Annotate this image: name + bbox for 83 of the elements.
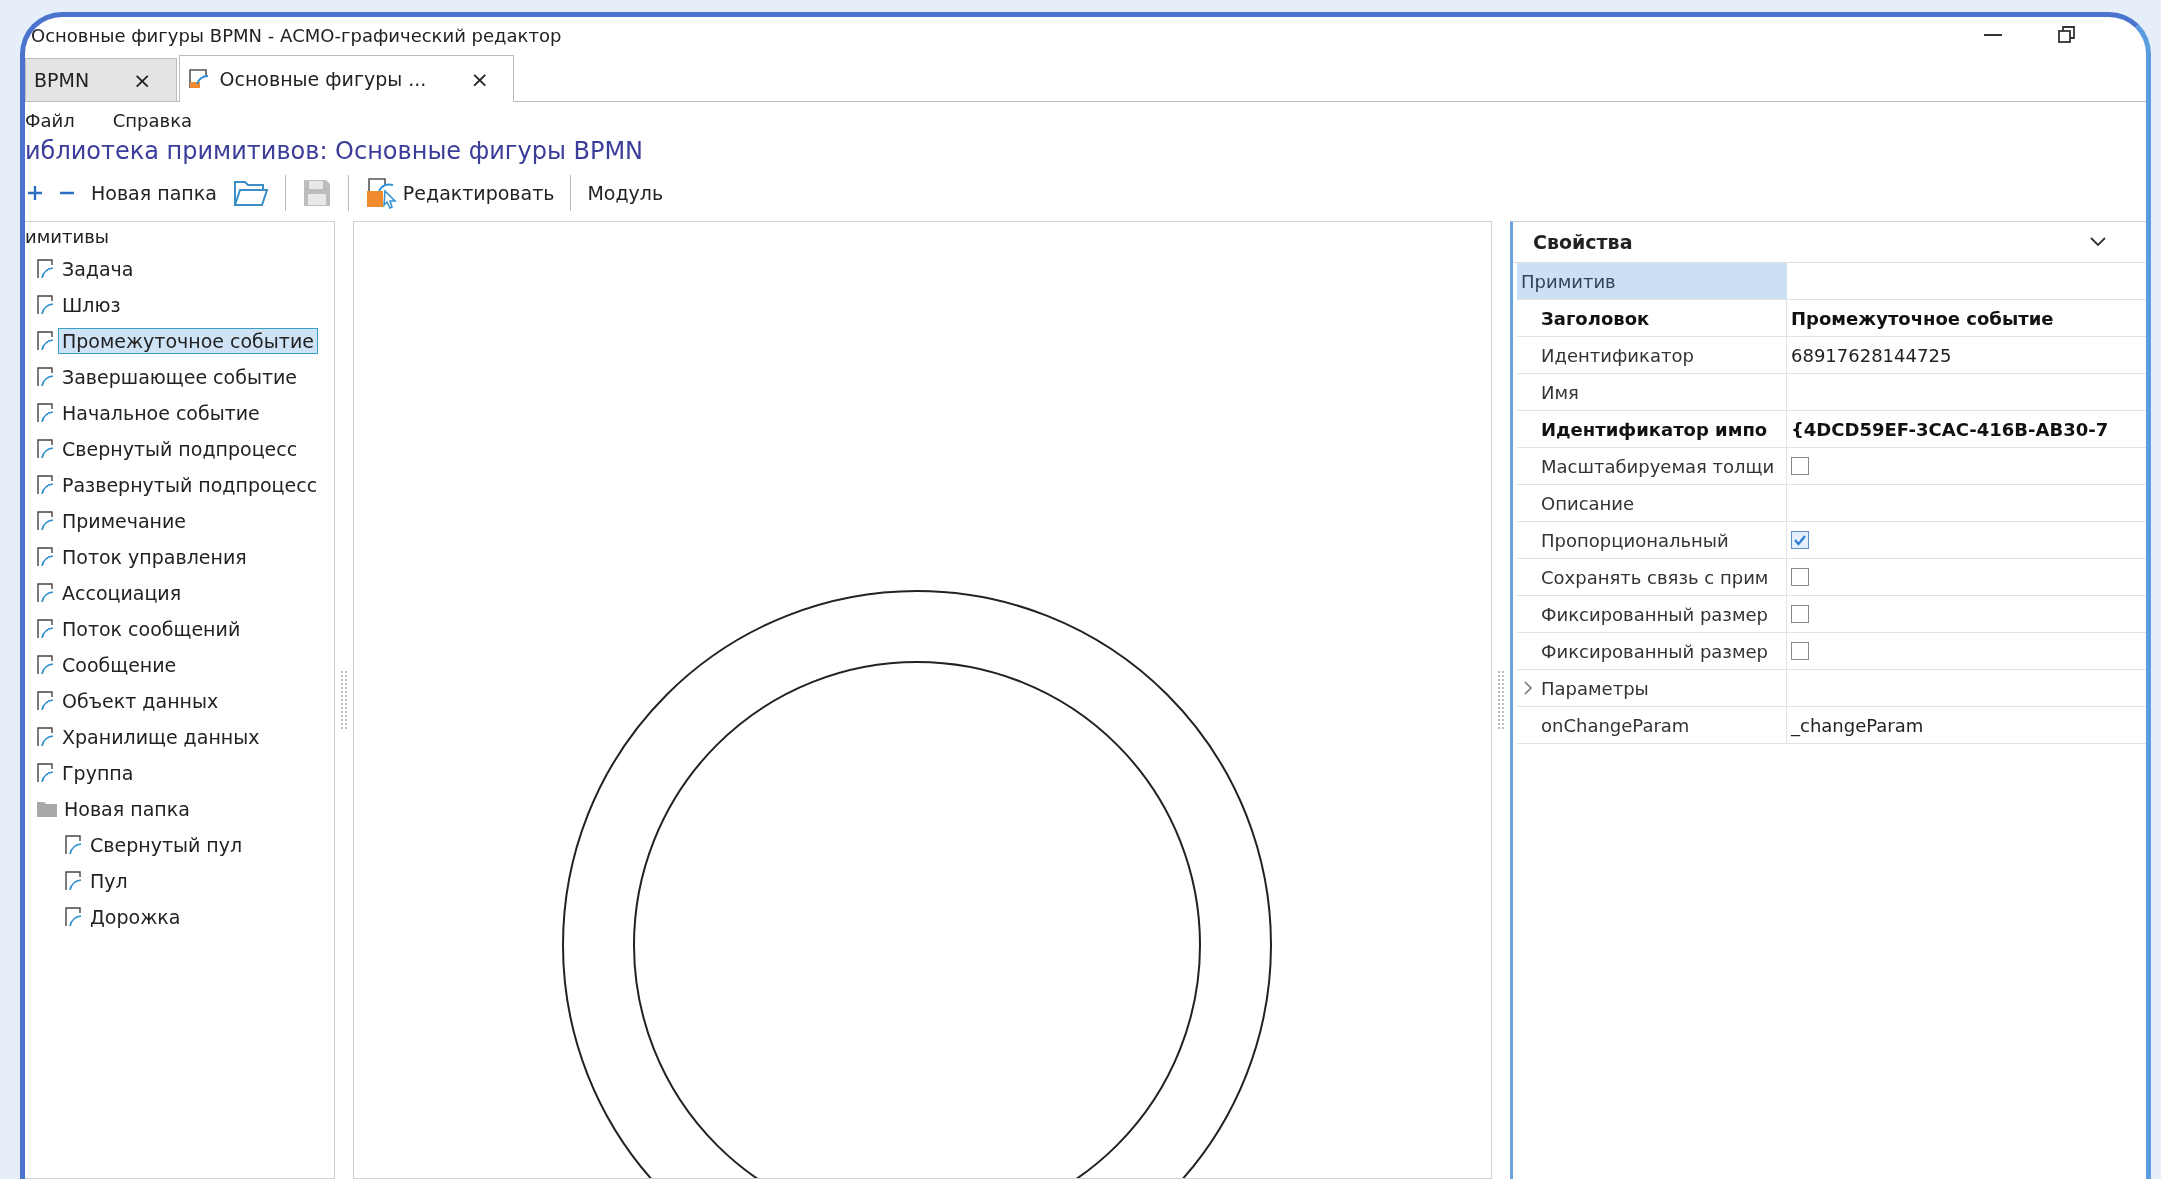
property-value: {4DCD59EF-3CAC-416B-AB30-7 (1791, 418, 2109, 440)
shape-icon (37, 367, 55, 387)
property-name: Параметры (1541, 677, 1649, 699)
shape-icon (65, 871, 83, 891)
property-value: 68917628144725 (1791, 344, 1952, 366)
chevron-down-icon[interactable] (2090, 237, 2106, 247)
close-tab-button[interactable]: × (470, 66, 489, 92)
tree-item[interactable]: Задача (58, 256, 138, 282)
shape-icon (65, 907, 83, 927)
library-title: иблиотека примитивов: Основные фигуры BPMN (25, 136, 645, 167)
folder-icon[interactable] (232, 179, 269, 207)
shape-icon (37, 439, 55, 459)
splitter-grip-icon[interactable] (1497, 670, 1505, 730)
module-button[interactable]: Модуль (587, 182, 664, 204)
tree-item[interactable]: Развернутый подпроцесс (58, 472, 322, 498)
tree-item[interactable]: Примечание (58, 508, 191, 534)
tree-item[interactable]: Ассоциация (58, 580, 186, 606)
tree-item[interactable]: Сообщение (58, 652, 181, 678)
tree-item[interactable]: Поток управления (58, 544, 251, 570)
shape-icon (37, 691, 55, 711)
checkbox[interactable] (1791, 605, 1809, 623)
tree-item[interactable]: Свернутый подпроцесс (58, 436, 302, 462)
shape-icon (37, 475, 55, 495)
tree-item[interactable]: Объект данных (58, 688, 223, 714)
window-title: Основные фигуры BPMN - АСМО-графический редактор (31, 24, 562, 46)
property-name: Заголовок (1541, 307, 1650, 329)
property-name: Описание (1541, 492, 1635, 514)
checkbox[interactable] (1791, 531, 1809, 549)
property-name: onChangeParam (1541, 714, 1690, 736)
shape-icon (37, 727, 55, 747)
new-folder-button[interactable]: Новая папка (91, 182, 217, 204)
category-header[interactable]: Примитив (1517, 263, 1787, 299)
edit-shape-icon (364, 177, 399, 209)
document-tab[interactable]: BPMN × (25, 58, 177, 101)
menu-item[interactable]: Файл (25, 110, 75, 131)
tree-item[interactable]: Промежуточное событие (58, 328, 318, 354)
shape-icon (37, 655, 55, 675)
shape-icon (37, 763, 55, 783)
menu-item[interactable]: Справка (112, 110, 193, 131)
tree-item[interactable]: Дорожка (86, 904, 185, 930)
shape-icon (37, 547, 55, 567)
folder-icon (37, 801, 57, 817)
property-value: _changeParam (1791, 714, 1924, 736)
panel-title: Свойства (1533, 231, 1633, 253)
shape-icon (37, 583, 55, 603)
close-tab-button[interactable]: × (133, 67, 152, 93)
tree-item[interactable]: Группа (58, 760, 138, 786)
tree-item[interactable]: Шлюз (58, 292, 125, 318)
shape-icon (37, 403, 55, 423)
property-name: Пропорциональный (1541, 529, 1729, 551)
shape-icon (187, 68, 210, 90)
splitter-grip-icon[interactable] (340, 670, 348, 730)
edit-button[interactable]: Редактировать (364, 177, 555, 209)
property-name: Сохранять связь с прим (1541, 566, 1769, 588)
shape-icon (37, 619, 55, 639)
shape-icon (65, 835, 83, 855)
tree-item[interactable]: Поток сообщений (58, 616, 245, 642)
property-name: Масштабируемая толщи (1541, 455, 1775, 477)
restore-icon[interactable] (2058, 26, 2076, 44)
property-name: Идентификатор (1541, 344, 1694, 366)
shape-icon (37, 511, 55, 531)
shape-icon (37, 259, 55, 279)
tree-item[interactable]: Завершающее событие (58, 364, 301, 390)
shape-icon (37, 331, 55, 351)
property-name: Идентификатор импо (1541, 418, 1768, 440)
property-name: Фиксированный размер (1541, 603, 1768, 625)
tree-item[interactable]: Пул (86, 868, 132, 894)
checkbox[interactable] (1791, 457, 1809, 475)
tree-item[interactable]: Начальное событие (58, 400, 264, 426)
add-icon[interactable] (27, 185, 43, 201)
checkbox[interactable] (1791, 568, 1809, 586)
tree-header: имитивы (25, 226, 110, 249)
save-icon[interactable] (301, 178, 332, 208)
property-value: Промежуточное событие (1791, 307, 2054, 329)
minimize-icon[interactable] (1984, 33, 2002, 37)
tree-item[interactable]: Свернутый пул (86, 832, 247, 858)
document-tab[interactable]: Основные фигуры ... × (178, 55, 514, 102)
property-name: Фиксированный размер (1541, 640, 1768, 662)
shape-icon (37, 295, 55, 315)
tree-item[interactable]: Новая папка (60, 796, 194, 822)
tree-item[interactable]: Хранилище данных (58, 724, 264, 750)
property-name: Имя (1541, 381, 1579, 403)
checkbox[interactable] (1791, 642, 1809, 660)
